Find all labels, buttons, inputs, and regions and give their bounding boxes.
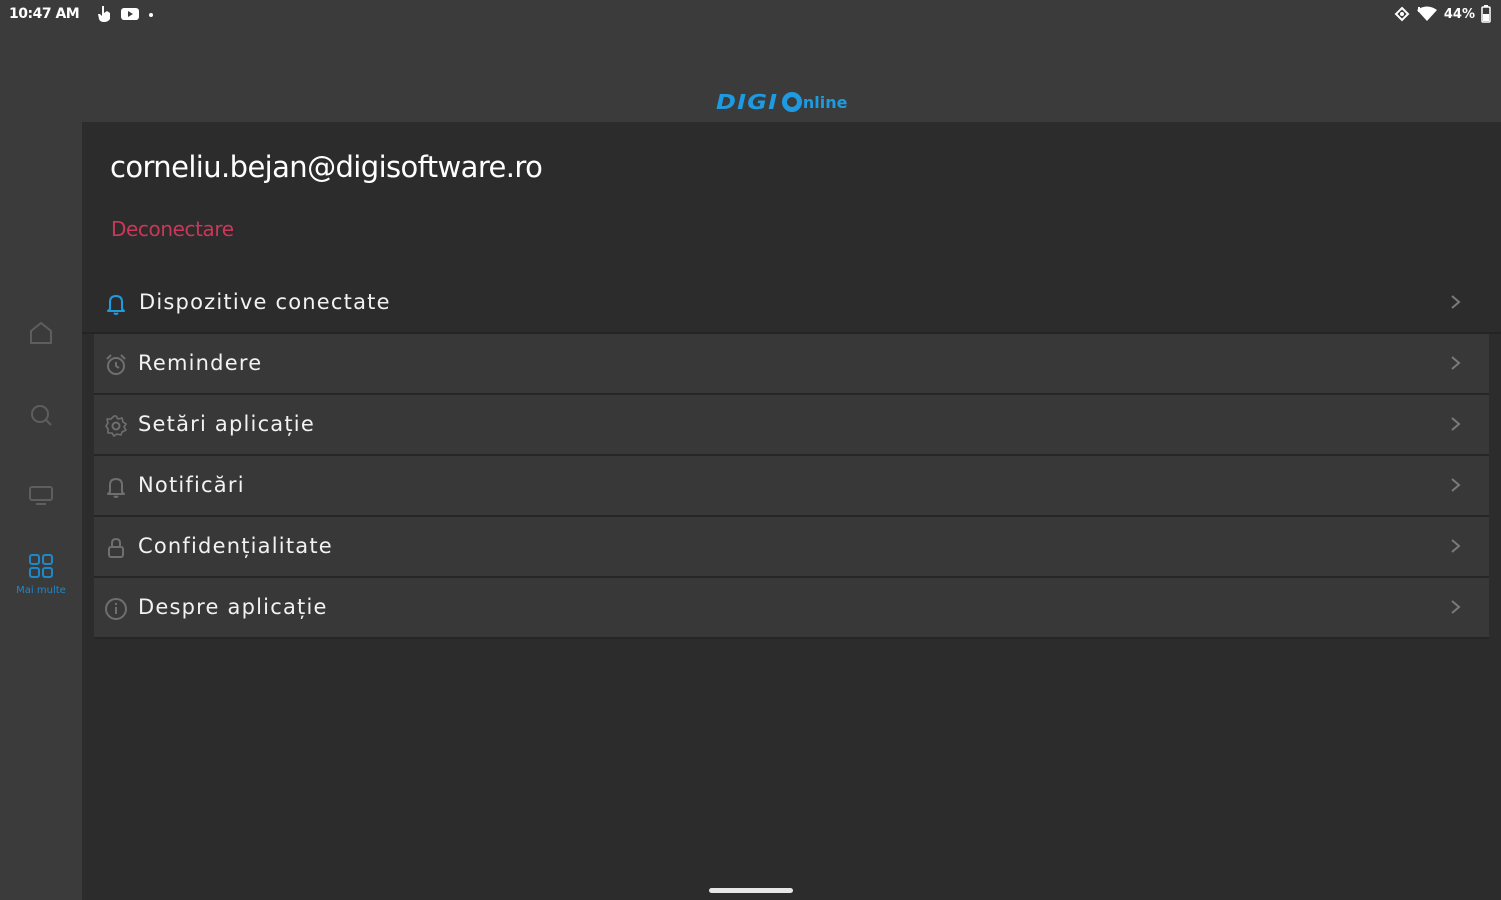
menu-item-privacy[interactable]: Confidențialitate bbox=[94, 517, 1489, 578]
home-indicator[interactable] bbox=[709, 888, 793, 893]
menu-item-label: Confidențialitate bbox=[138, 534, 333, 558]
app-screen: 10:47 AM 44% DIGI nline Mai multe cornel… bbox=[0, 0, 1501, 900]
menu-item-notifications[interactable]: Notificări bbox=[94, 456, 1489, 517]
status-right: 44% bbox=[1394, 5, 1491, 23]
chevron-right-icon bbox=[1451, 295, 1461, 309]
tv-icon bbox=[29, 486, 53, 505]
search-icon bbox=[31, 405, 52, 426]
rail-item-tv[interactable] bbox=[0, 484, 82, 506]
menu-item-label: Remindere bbox=[138, 351, 263, 375]
chevron-right-icon bbox=[1451, 600, 1461, 614]
bell-icon bbox=[107, 478, 125, 498]
battery-icon bbox=[1481, 5, 1491, 23]
logo-digi-text: DIGI bbox=[716, 90, 779, 114]
wifi-icon bbox=[1416, 6, 1437, 21]
alarm-clock-icon bbox=[106, 354, 126, 375]
settings-menu: Dispozitive conectate Remindere Setări a… bbox=[82, 273, 1501, 639]
rail-item-more-label: Mai multe bbox=[16, 585, 66, 596]
bell-icon bbox=[107, 295, 125, 315]
status-time: 10:47 AM bbox=[9, 6, 80, 22]
menu-item-connected-devices[interactable]: Dispozitive conectate bbox=[82, 273, 1501, 334]
chevron-right-icon bbox=[1451, 539, 1461, 553]
grid-icon bbox=[29, 554, 53, 578]
info-icon bbox=[105, 598, 127, 620]
menu-item-reminders[interactable]: Remindere bbox=[94, 334, 1489, 395]
status-bar: 10:47 AM 44% bbox=[0, 0, 1501, 30]
gear-icon bbox=[105, 415, 127, 437]
menu-item-label: Setări aplicație bbox=[138, 412, 315, 436]
chevron-right-icon bbox=[1451, 356, 1461, 370]
rail-item-home[interactable] bbox=[0, 320, 82, 346]
dot-icon bbox=[149, 13, 153, 17]
settings-panel: corneliu.bejan@digisoftware.ro Deconecta… bbox=[82, 122, 1501, 900]
rail-item-more[interactable]: Mai multe bbox=[0, 553, 82, 596]
logo-online-text: nline bbox=[802, 92, 848, 112]
menu-item-label: Despre aplicație bbox=[138, 595, 328, 619]
digi-online-logo: DIGI nline bbox=[716, 86, 848, 118]
rail-item-search[interactable] bbox=[0, 402, 82, 428]
menu-item-label: Notificări bbox=[138, 473, 245, 497]
battery-percent: 44% bbox=[1443, 6, 1475, 22]
hand-notification-icon bbox=[98, 6, 110, 22]
menu-item-label: Dispozitive conectate bbox=[139, 290, 391, 314]
data-saver-icon bbox=[1394, 6, 1410, 22]
navigation-rail: Mai multe bbox=[0, 122, 82, 882]
chevron-right-icon bbox=[1451, 478, 1461, 492]
menu-item-app-settings[interactable]: Setări aplicație bbox=[94, 395, 1489, 456]
chevron-right-icon bbox=[1451, 417, 1461, 431]
account-email: corneliu.bejan@digisoftware.ro bbox=[110, 150, 543, 184]
lock-icon bbox=[108, 537, 124, 558]
youtube-icon bbox=[121, 8, 139, 20]
logo-o-ring bbox=[781, 92, 802, 112]
status-left-icons bbox=[96, 5, 154, 23]
logout-link[interactable]: Deconectare bbox=[111, 217, 234, 241]
menu-item-about[interactable]: Despre aplicație bbox=[94, 578, 1489, 639]
home-icon bbox=[30, 322, 52, 344]
